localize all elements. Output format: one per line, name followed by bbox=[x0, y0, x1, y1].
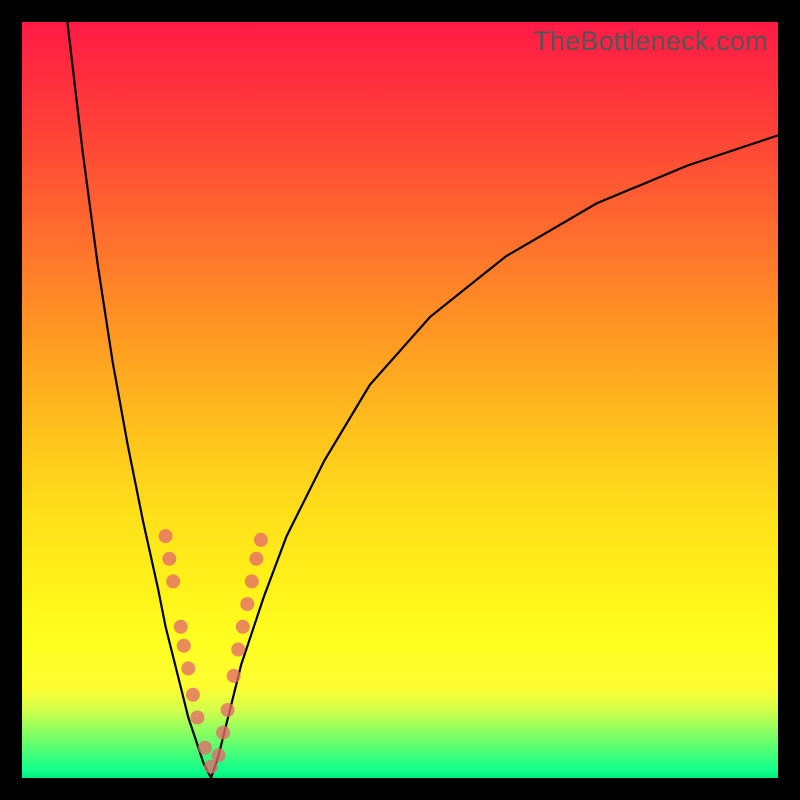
marker-point bbox=[186, 688, 200, 702]
chart-svg bbox=[22, 22, 778, 778]
marker-point bbox=[159, 529, 173, 543]
marker-group bbox=[159, 529, 268, 774]
marker-point bbox=[216, 726, 230, 740]
marker-point bbox=[198, 741, 212, 755]
marker-point bbox=[190, 711, 204, 725]
marker-point bbox=[245, 574, 259, 588]
marker-point bbox=[249, 552, 263, 566]
chart-frame: TheBottleneck.com bbox=[0, 0, 800, 800]
marker-point bbox=[240, 597, 254, 611]
marker-point bbox=[162, 552, 176, 566]
marker-point bbox=[181, 661, 195, 675]
marker-point bbox=[236, 620, 250, 634]
marker-point bbox=[177, 639, 191, 653]
right-curve bbox=[211, 135, 778, 778]
marker-point bbox=[254, 533, 268, 547]
marker-point bbox=[166, 574, 180, 588]
marker-point bbox=[231, 643, 245, 657]
plot-area: TheBottleneck.com bbox=[22, 22, 778, 778]
marker-point bbox=[227, 669, 241, 683]
marker-point bbox=[221, 703, 235, 717]
marker-point bbox=[204, 760, 218, 774]
marker-point bbox=[174, 620, 188, 634]
marker-point bbox=[212, 748, 226, 762]
